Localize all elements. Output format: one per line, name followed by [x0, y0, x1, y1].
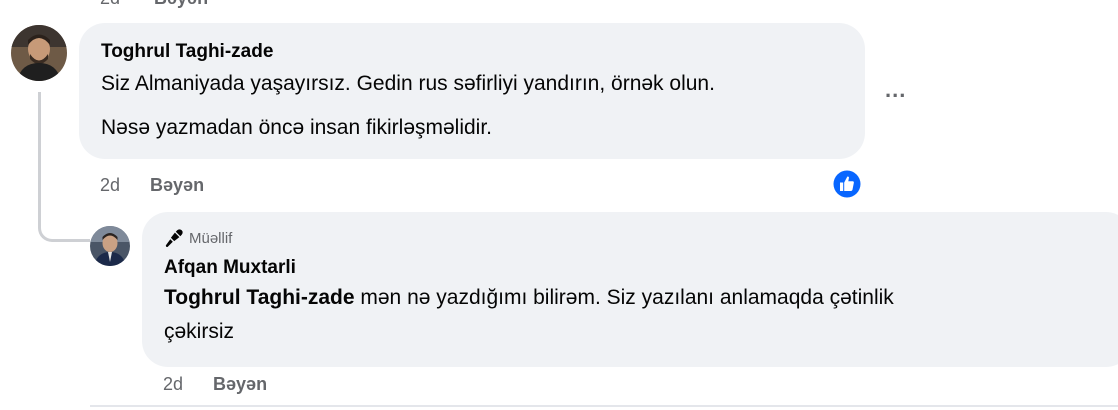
author-badge: Müəllif [164, 228, 1110, 248]
reply-text-line: çəkirsiz [164, 320, 235, 343]
reply-like-button[interactable]: Bəyən [213, 374, 267, 395]
comment-thread: 2d Bəyən Toghrul Taghi-zade Siz Almaniya… [0, 0, 1118, 410]
avatar[interactable] [90, 226, 130, 266]
comment-bubble: Toghrul Taghi-zade Siz Almaniyada yaşayı… [79, 23, 865, 159]
divider [90, 405, 1118, 407]
mention-link[interactable]: Toghrul Taghi-zade [164, 286, 355, 309]
comment-time[interactable]: 2d [100, 175, 120, 196]
comment-text-line: Siz Almaniyada yaşayırsız. Gedin rus səf… [101, 72, 715, 95]
reply-text: Toghrul Taghi-zade mən nə yazdığımı bili… [164, 282, 1110, 314]
reply-bubble: Müəllif Afqan Muxtarli Toghrul Taghi-zad… [142, 212, 1118, 367]
comment-text-line: Nəsə yazmadan öncə insan fikirləşməlidir… [101, 116, 493, 139]
like-button[interactable]: Bəyən [150, 175, 204, 196]
like-reaction-icon[interactable] [831, 168, 863, 200]
microphone-icon [165, 229, 183, 247]
reply-text-body: mən nə yazdığımı bilirəm. Siz yazılanı a… [354, 286, 894, 309]
more-options-icon[interactable]: ... [885, 79, 913, 101]
reply-author[interactable]: Afqan Muxtarli [164, 256, 1110, 280]
reply-meta: 2d Bəyən [163, 374, 267, 395]
comment-meta: 2d Bəyən [100, 175, 204, 196]
reply-time[interactable]: 2d [163, 374, 183, 395]
avatar[interactable] [11, 25, 67, 81]
previous-comment-meta: 2d Bəyən [100, 0, 208, 9]
previous-like-button[interactable]: Bəyən [154, 0, 208, 9]
comment-author[interactable]: Toghrul Taghi-zade [101, 40, 843, 64]
badge-label: Müəllif [189, 229, 233, 247]
previous-comment-time[interactable]: 2d [100, 0, 120, 9]
